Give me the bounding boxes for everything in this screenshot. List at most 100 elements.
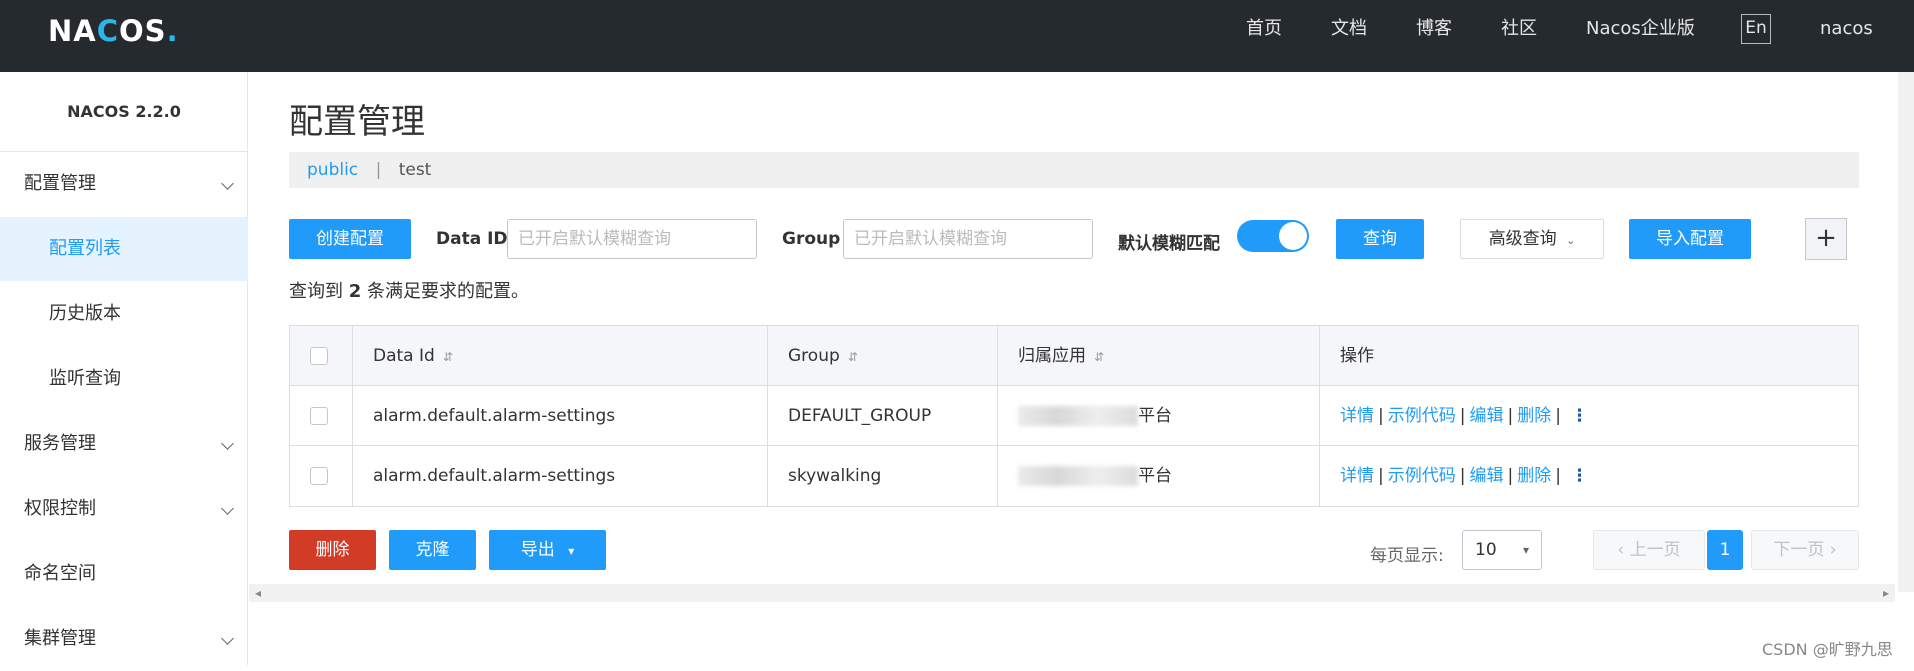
- header-actions: 操作: [1320, 326, 1858, 386]
- header-app[interactable]: 归属应用 ⇵: [998, 326, 1320, 386]
- sort-icon[interactable]: ⇵: [1094, 350, 1104, 364]
- detail-link[interactable]: 详情: [1340, 406, 1374, 426]
- next-page-button[interactable]: 下一页 ›: [1751, 530, 1859, 570]
- cell-data-id: alarm.default.alarm-settings: [353, 446, 768, 506]
- row-select[interactable]: [290, 446, 353, 506]
- checkbox[interactable]: [310, 407, 328, 425]
- nav-enterprise[interactable]: Nacos企业版: [1586, 0, 1695, 58]
- nav-home[interactable]: 首页: [1246, 0, 1282, 58]
- create-config-button[interactable]: 创建配置: [289, 219, 411, 259]
- batch-delete-button[interactable]: 删除: [289, 530, 376, 570]
- language-toggle[interactable]: En: [1741, 14, 1771, 44]
- export-button[interactable]: 导出 ▾: [489, 530, 606, 570]
- namespace-public[interactable]: public: [307, 160, 358, 180]
- sidebar-item-config-management[interactable]: 配置管理: [0, 152, 248, 216]
- app-suffix: 平台: [1138, 466, 1172, 486]
- header-label: 归属应用: [1018, 346, 1086, 366]
- header-label: Data Id: [373, 346, 435, 366]
- op-separator: |: [1459, 406, 1466, 426]
- op-separator: |: [1507, 406, 1514, 426]
- more-icon[interactable]: ⋮: [1571, 466, 1588, 486]
- prev-page-label: 上一页: [1629, 540, 1681, 560]
- chevron-down-icon: [223, 607, 232, 671]
- chevron-down-icon: [223, 477, 232, 541]
- sidebar-item-history[interactable]: 历史版本: [0, 282, 248, 346]
- fuzzy-match-toggle[interactable]: [1237, 220, 1309, 252]
- more-icon[interactable]: ⋮: [1571, 406, 1588, 426]
- clone-button[interactable]: 克隆: [389, 530, 476, 570]
- header-data-id[interactable]: Data Id ⇵: [353, 326, 768, 386]
- sidebar-item-label: 配置管理: [24, 173, 96, 194]
- sort-icon[interactable]: ⇵: [443, 350, 453, 364]
- data-id-input[interactable]: [507, 219, 757, 259]
- cell-group: DEFAULT_GROUP: [768, 386, 998, 446]
- detail-link[interactable]: 详情: [1340, 466, 1374, 486]
- namespace-separator: |: [375, 160, 382, 180]
- prev-page-button[interactable]: ‹ 上一页: [1593, 530, 1705, 570]
- import-config-button[interactable]: 导入配置: [1629, 219, 1751, 259]
- sidebar-item-service-management[interactable]: 服务管理: [0, 412, 248, 476]
- edit-link[interactable]: 编辑: [1469, 466, 1503, 486]
- query-button[interactable]: 查询: [1336, 219, 1424, 259]
- redacted-text: [1018, 466, 1138, 486]
- page-title: 配置管理: [289, 102, 425, 142]
- summary-count: 2: [348, 281, 362, 302]
- export-label: 导出: [520, 540, 555, 560]
- top-navbar: NACOS. 首页 文档 博客 社区 Nacos企业版 nacos En: [0, 0, 1914, 72]
- nav-docs[interactable]: 文档: [1331, 0, 1367, 58]
- sidebar-item-namespace[interactable]: 命名空间: [0, 542, 248, 606]
- sidebar-item-label: 配置列表: [49, 238, 121, 259]
- fuzzy-match-label: 默认模糊匹配: [1118, 234, 1220, 254]
- summary-prefix: 查询到: [289, 281, 343, 302]
- table-header-row: Data Id ⇵ Group ⇵ 归属应用 ⇵ 操作: [290, 326, 1858, 386]
- chevron-right-icon: ›: [1824, 540, 1837, 560]
- delete-link[interactable]: 删除: [1517, 466, 1551, 486]
- cell-actions: 详情 | 示例代码 | 编辑 | 删除 | ⋮: [1320, 386, 1858, 446]
- row-select[interactable]: [290, 386, 353, 446]
- group-label: Group: [782, 229, 841, 249]
- group-input[interactable]: [843, 219, 1093, 259]
- vertical-scrollbar[interactable]: [1898, 72, 1914, 592]
- sort-icon[interactable]: ⇵: [848, 350, 858, 364]
- query-summary: 查询到 2 条满足要求的配置。: [289, 277, 529, 303]
- header-label: Group: [788, 346, 840, 366]
- sidebar-item-label: 监听查询: [49, 368, 121, 389]
- sample-code-link[interactable]: 示例代码: [1388, 406, 1456, 426]
- chevron-left-icon: ‹: [1617, 540, 1630, 560]
- op-separator: |: [1378, 466, 1384, 486]
- cell-group: skywalking: [768, 446, 998, 506]
- header-select-all[interactable]: [290, 326, 353, 386]
- chevron-down-icon: [223, 412, 232, 476]
- table-row: alarm.default.alarm-settings DEFAULT_GRO…: [290, 386, 1858, 446]
- op-separator: |: [1378, 406, 1384, 426]
- nav-community[interactable]: 社区: [1501, 0, 1537, 58]
- watermark: CSDN @旷野九思: [1762, 640, 1893, 659]
- sidebar-item-access-control[interactable]: 权限控制: [0, 477, 248, 541]
- checkbox[interactable]: [310, 467, 328, 485]
- advanced-query-label: 高级查询: [1488, 229, 1557, 249]
- toggle-knob: [1279, 222, 1307, 250]
- page-number-current[interactable]: 1: [1707, 530, 1743, 570]
- sample-code-link[interactable]: 示例代码: [1388, 466, 1456, 486]
- cell-app: 平台: [998, 386, 1320, 446]
- namespace-test[interactable]: test: [399, 160, 432, 180]
- page-size-select[interactable]: 10 ▾: [1462, 530, 1542, 570]
- checkbox[interactable]: [310, 347, 328, 365]
- sidebar-item-config-list[interactable]: 配置列表: [0, 217, 248, 281]
- horizontal-scrollbar[interactable]: [249, 584, 1895, 602]
- advanced-query-button[interactable]: 高级查询 ⌄: [1460, 219, 1604, 259]
- nacos-logo[interactable]: NACOS.: [48, 14, 179, 48]
- namespace-bar: public | test: [289, 152, 1859, 188]
- edit-link[interactable]: 编辑: [1469, 406, 1503, 426]
- chevron-down-icon: ▾: [1522, 543, 1529, 557]
- nav-blog[interactable]: 博客: [1416, 0, 1452, 58]
- sidebar-item-listener-query[interactable]: 监听查询: [0, 347, 248, 411]
- sidebar-item-label: 历史版本: [49, 303, 121, 324]
- user-name[interactable]: nacos: [1820, 0, 1873, 58]
- delete-link[interactable]: 删除: [1517, 406, 1551, 426]
- app-suffix: 平台: [1138, 406, 1172, 426]
- chevron-down-icon: ▾: [568, 544, 575, 558]
- add-icon[interactable]: +: [1805, 218, 1847, 260]
- sidebar-item-cluster-management[interactable]: 集群管理: [0, 607, 248, 671]
- header-group[interactable]: Group ⇵: [768, 326, 998, 386]
